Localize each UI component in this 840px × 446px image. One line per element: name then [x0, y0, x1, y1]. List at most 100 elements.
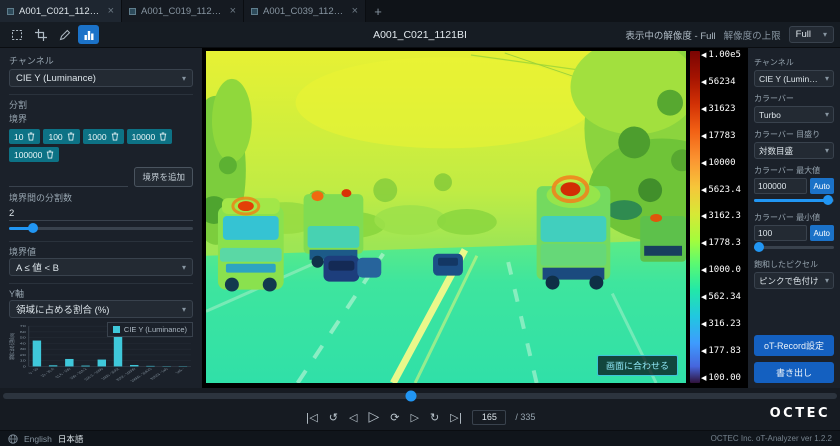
loop-button[interactable]: ⟳	[389, 411, 400, 424]
tick-value: 56234	[708, 78, 735, 87]
trash-icon[interactable]	[111, 132, 119, 141]
trash-icon[interactable]	[67, 132, 75, 141]
boundary-chip[interactable]: 10000	[127, 129, 173, 144]
trash-icon[interactable]	[46, 150, 54, 159]
new-tab-button[interactable]: +	[366, 0, 390, 22]
language-english[interactable]: English	[24, 434, 52, 444]
select-tool-button[interactable]	[6, 25, 27, 44]
tab-label: A001_C021_1121BI	[19, 6, 103, 17]
tab-close-icon[interactable]: ×	[352, 6, 358, 17]
timeline-handle[interactable]	[405, 391, 416, 402]
boundary-condition-select[interactable]: A ≤ 値 < B ▾	[9, 258, 193, 276]
colorbar-tick[interactable]: ◀5623.4	[701, 186, 746, 195]
play-button[interactable]: ▷	[367, 409, 380, 425]
svg-text:30: 30	[20, 348, 27, 351]
crop-tool-button[interactable]	[30, 25, 51, 44]
boundary-chip[interactable]: 100	[43, 129, 79, 144]
divisions-input[interactable]	[9, 206, 193, 221]
colorbar-tick[interactable]: ◀1.00e5	[701, 51, 746, 60]
colorbar-tick[interactable]: ◀1778.3	[701, 239, 746, 248]
trash-icon[interactable]	[159, 132, 167, 141]
boundary-chip[interactable]: 1000	[83, 129, 124, 144]
colorbar-max-input[interactable]	[754, 178, 807, 194]
step-back-button[interactable]: ◁	[348, 411, 358, 424]
fit-to-screen-button[interactable]: 画面に合わせる	[597, 355, 678, 376]
frame-number-input[interactable]	[472, 410, 506, 425]
saturation-select[interactable]: ピンクで色付け ▾	[754, 272, 834, 289]
svg-text:50: 50	[20, 336, 27, 339]
saturation-value: ピンクで色付け	[759, 275, 819, 287]
add-boundary-button[interactable]: 境界を追加	[134, 167, 193, 187]
octec-logo: OCTEC	[770, 406, 830, 421]
chevron-down-icon: ▾	[182, 74, 186, 83]
boundary-chip[interactable]: 10	[9, 129, 40, 144]
colorbar-tick[interactable]: ◀56234	[701, 78, 746, 87]
chevron-down-icon: ▾	[823, 30, 827, 39]
forward-button[interactable]: ↻	[429, 411, 440, 424]
colorbar: ◀1.00e5◀56234◀31623◀17783◀10000◀5623.4◀3…	[686, 48, 748, 388]
frame-timeline[interactable]	[0, 388, 840, 404]
slider-handle[interactable]	[754, 242, 764, 252]
colorbar-tick[interactable]: ◀177.83	[701, 347, 746, 356]
tab[interactable]: A001_C039_1122JW×	[244, 0, 366, 22]
channel-select[interactable]: CIE Y (Luminance) ▾	[9, 69, 193, 87]
histogram-tool-button[interactable]	[78, 25, 99, 44]
resolution-limit-select[interactable]: Full ▾	[789, 26, 834, 43]
measure-tool-button[interactable]	[54, 25, 75, 44]
app-credit: OCTEC Inc. oT-Analyzer ver 1.2.2	[711, 434, 832, 443]
colorbar-tick[interactable]: ◀316.23	[701, 320, 746, 329]
boundary-value-section-label: 境界値	[9, 241, 193, 258]
last-frame-button[interactable]: ▷|	[449, 411, 463, 424]
scale-select[interactable]: 対数目盛 ▾	[754, 142, 834, 159]
rewind-button[interactable]: ↺	[328, 411, 339, 424]
max-auto-button[interactable]: Auto	[810, 178, 834, 194]
colorbar-tick[interactable]: ◀100.00	[701, 374, 746, 383]
export-button[interactable]: 書き出し	[754, 362, 834, 383]
tick-value: 10000	[708, 159, 735, 168]
y-axis-select[interactable]: 領域に占める割合 (%) ▾	[9, 300, 193, 318]
display-channel-select[interactable]: CIE Y (Luminance) ▾	[754, 70, 834, 87]
divisions-slider[interactable]	[9, 223, 193, 234]
slider-track[interactable]	[754, 246, 834, 249]
min-slider[interactable]	[754, 242, 834, 253]
tab-close-icon[interactable]: ×	[108, 6, 114, 17]
slider-handle[interactable]	[823, 195, 833, 205]
status-bar: English 日本語 OCTEC Inc. oT-Analyzer ver 1…	[0, 430, 840, 446]
tab-close-icon[interactable]: ×	[230, 6, 236, 17]
colorbar-tick[interactable]: ◀31623	[701, 105, 746, 114]
svg-text:0: 0	[23, 365, 27, 368]
max-slider[interactable]	[754, 195, 834, 206]
channel-label: チャンネル	[9, 55, 193, 67]
trash-icon[interactable]	[27, 132, 35, 141]
slider-handle[interactable]	[28, 223, 38, 233]
boundary-chip[interactable]: 100000	[9, 147, 59, 162]
colorbar-tick[interactable]: ◀10000	[701, 159, 746, 168]
tick-marker-icon: ◀	[701, 51, 706, 60]
colorbar-tick[interactable]: ◀17783	[701, 132, 746, 141]
ot-record-settings-button[interactable]: oT-Record設定	[754, 335, 834, 356]
colormap-value: Turbo	[759, 110, 781, 120]
colormap-select[interactable]: Turbo ▾	[754, 106, 834, 123]
resolution-controls: 表示中の解像度 - Full 解像度の上限 Full ▾	[625, 26, 834, 43]
tick-marker-icon: ◀	[701, 374, 706, 383]
colorbar-tick[interactable]: ◀562.34	[701, 293, 746, 302]
thermal-image[interactable]	[206, 51, 686, 383]
language-japanese[interactable]: 日本語	[58, 433, 84, 445]
min-auto-button[interactable]: Auto	[810, 225, 834, 241]
timeline-track[interactable]	[3, 393, 837, 399]
tab[interactable]: A001_C021_1121BI ×	[0, 0, 122, 22]
playback-buttons: |◁ ↺ ◁ ▷ ⟳ ▷ ↻ ▷|	[305, 409, 464, 425]
tab-bar: A001_C021_1121BI×A001_C019_112113×A001_C…	[0, 0, 840, 22]
colorbar-max-label: カラーバー 最大値	[754, 165, 834, 176]
step-forward-button[interactable]: ▷	[409, 411, 419, 424]
colorbar-tick[interactable]: ◀3162.3	[701, 212, 746, 221]
colorbar-min-label: カラーバー 最小値	[754, 212, 834, 223]
new-boundary-input[interactable]	[9, 172, 128, 187]
pen-icon	[59, 29, 71, 41]
tick-marker-icon: ◀	[701, 212, 706, 221]
first-frame-button[interactable]: |◁	[305, 411, 319, 424]
tab[interactable]: A001_C019_112113×	[122, 0, 244, 22]
colorbar-tick[interactable]: ◀1000.0	[701, 266, 746, 275]
colorbar-min-input[interactable]	[754, 225, 807, 241]
thermal-image-container	[202, 48, 686, 388]
